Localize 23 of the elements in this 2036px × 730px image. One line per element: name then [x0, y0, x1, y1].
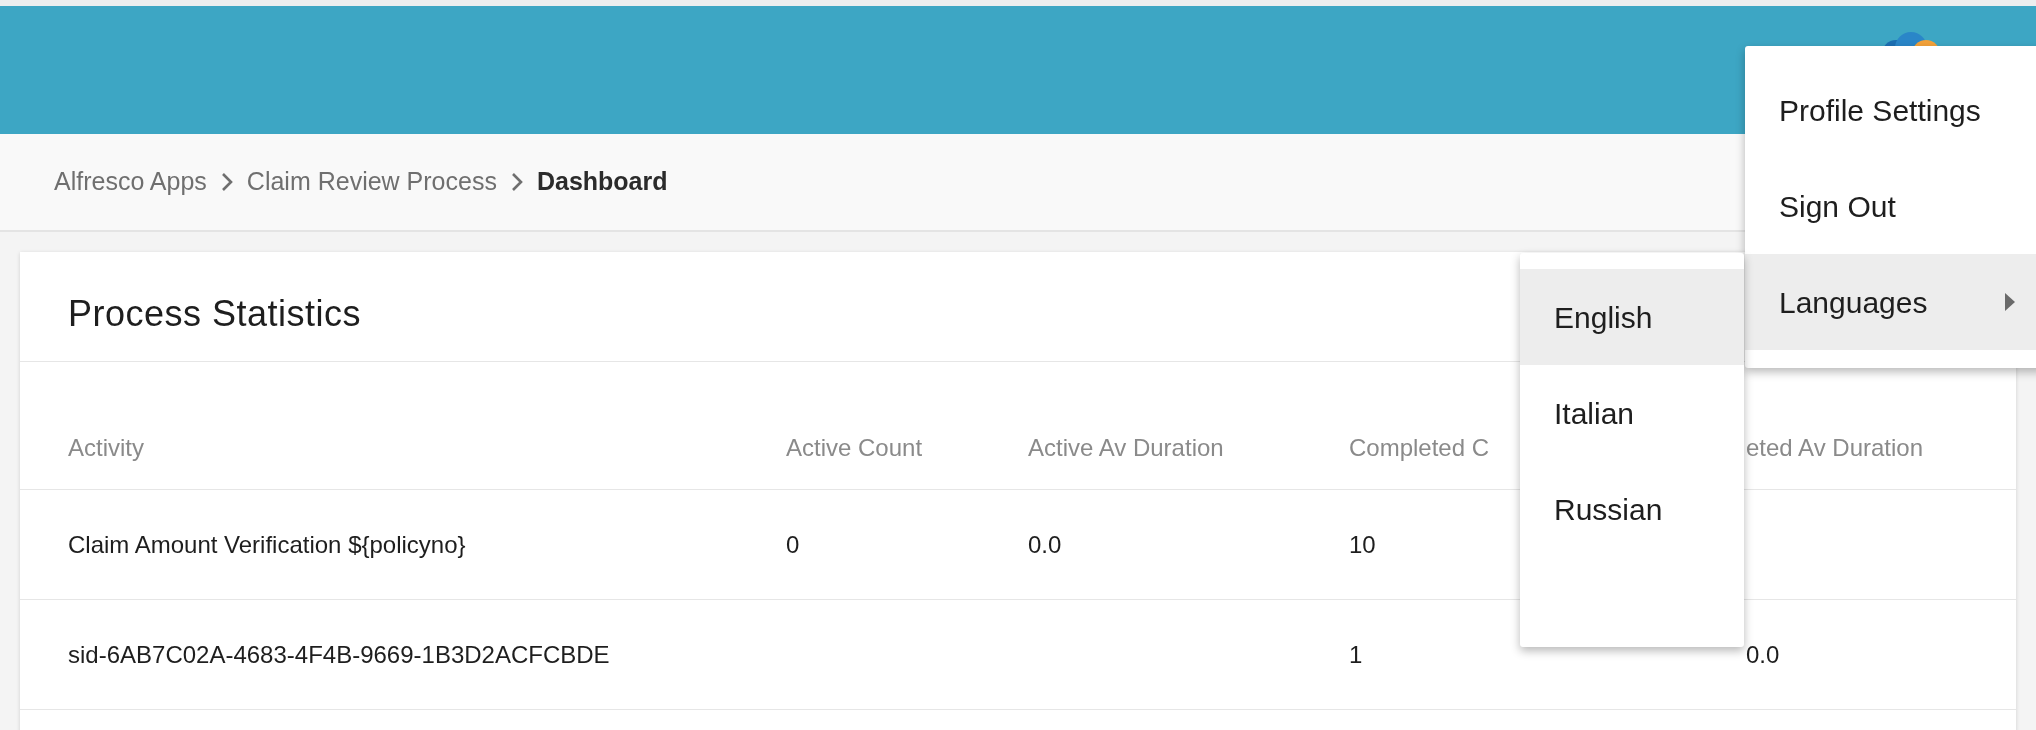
menu-item[interactable]: Languages — [1745, 254, 2036, 350]
table-cell: 0 — [786, 530, 800, 558]
table-cell: 0.0 — [1746, 640, 1780, 668]
column-header: Activity — [68, 433, 144, 461]
menu-item[interactable]: English — [1520, 269, 1744, 365]
menu-item[interactable]: Italian — [1520, 365, 1744, 461]
menu-item[interactable]: Russian — [1520, 461, 1744, 557]
column-header: Active Av Duration — [1028, 433, 1224, 461]
menu-item[interactable]: Profile Settings — [1745, 62, 2036, 158]
table-cell: Claim Amount Verification ${policyno} — [68, 530, 466, 558]
column-header: Active Count — [786, 433, 923, 461]
breadcrumb-link[interactable]: Alfresco Apps — [54, 163, 207, 201]
menu-item[interactable]: Sign Out — [1745, 158, 2036, 254]
table-cell: sid-6AB7C02A-4683-4F4B-9669-1B3D2ACFCBDE — [68, 640, 610, 668]
column-header: Completed C — [1349, 433, 1490, 461]
table-cell: 10 — [1349, 530, 1376, 558]
table-cell: 1 — [1349, 640, 1363, 668]
table-cell: 0.0 — [1028, 530, 1062, 558]
column-header: eted Av Duration — [1746, 433, 1923, 461]
chevron-right-icon — [220, 172, 233, 192]
breadcrumb-link[interactable]: Claim Review Process — [246, 163, 497, 201]
chevron-right-icon — [510, 172, 523, 192]
breadcrumb-current: Dashboard — [536, 166, 668, 198]
